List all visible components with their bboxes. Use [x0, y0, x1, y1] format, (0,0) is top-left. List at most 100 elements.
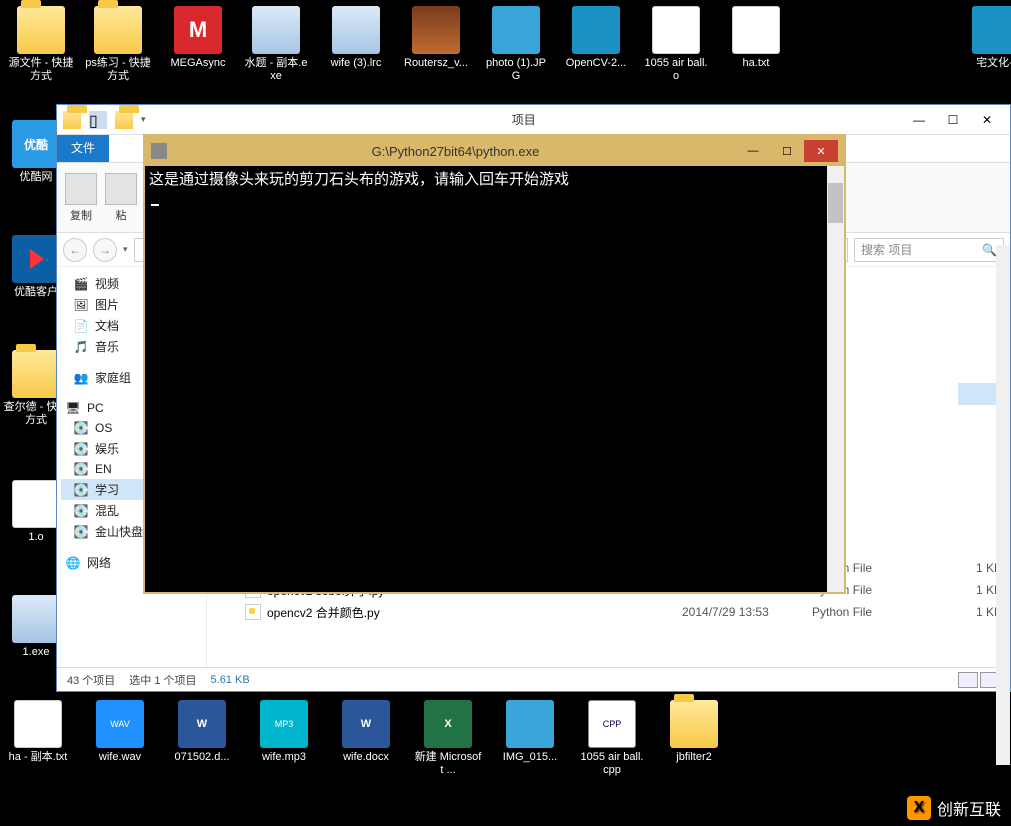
txt-icon: [14, 700, 62, 748]
desktop-icon[interactable]: MMEGAsync: [162, 6, 234, 70]
desktop-icon-label: 宅文化-.: [960, 57, 1011, 70]
folder-icon: [12, 350, 60, 398]
desktop-icon[interactable]: ha.txt: [720, 6, 792, 70]
nav-forward-button[interactable]: →: [93, 238, 117, 262]
drive-icon: 💽: [73, 441, 89, 457]
lib-icon: 🎵: [73, 339, 89, 355]
props-icon[interactable]: ▯: [89, 111, 107, 129]
desktop-icon[interactable]: IMG_015...: [494, 700, 566, 764]
lib-icon: 🎬: [73, 276, 89, 292]
drive-icon: 💽: [73, 420, 89, 436]
watermark: X 创新互联: [907, 796, 1001, 820]
desktop-icon-label: wife.mp3: [248, 751, 320, 764]
open-icon[interactable]: [115, 111, 133, 129]
console-minimize-button[interactable]: —: [736, 140, 770, 162]
desktop-icon[interactable]: Routersz_v...: [400, 6, 472, 70]
desktop-icon[interactable]: WAV wife.wav: [84, 700, 156, 764]
copy-icon: [65, 173, 97, 205]
desktop-icon-label: wife (3).lrc: [320, 57, 392, 70]
console-cursor: [151, 204, 159, 206]
view-details-button[interactable]: [958, 672, 978, 688]
img-icon: [492, 6, 540, 54]
desktop-icon[interactable]: Wwife.docx: [330, 700, 402, 764]
mega-icon: M: [174, 6, 222, 54]
nav-back-button[interactable]: ←: [63, 238, 87, 262]
console-scrollbar[interactable]: [827, 166, 844, 592]
console-window: G:\Python27bit64\python.exe — ☐ ✕ 这是通过摄像…: [143, 134, 846, 594]
desktop-icon-label: wife.docx: [330, 751, 402, 764]
desktop-icon[interactable]: 宅文化-.: [960, 6, 1011, 70]
watermark-text: 创新互联: [937, 796, 1001, 820]
desktop-icon-label: 1055 air ball.o: [640, 57, 712, 83]
explorer-scrollbar[interactable]: [996, 245, 1010, 765]
python-file-icon: [245, 604, 261, 620]
desktop-icon[interactable]: jbfilter2: [658, 700, 730, 764]
txt-icon: [652, 6, 700, 54]
file-size: 1 KB: [932, 561, 1002, 575]
mp3-icon: MP3: [260, 700, 308, 748]
tab-file[interactable]: 文件: [57, 135, 109, 162]
desktop-icon-label: 071502.d...: [166, 751, 238, 764]
nav-history-dropdown[interactable]: ▾: [123, 244, 128, 255]
exe-icon: [332, 6, 380, 54]
desktop-icon-label: photo (1).JPG: [480, 57, 552, 83]
drive-icon: 💽: [73, 503, 89, 519]
desktop-icon[interactable]: wife (3).lrc: [320, 6, 392, 70]
console-icon: [151, 143, 167, 159]
desktop-icon-label: wife.wav: [84, 751, 156, 764]
explorer-minimize-button[interactable]: —: [902, 109, 936, 131]
lib-icon: 🖼: [73, 297, 89, 313]
desktop-icon-label: 源文件 - 快捷方式: [5, 57, 77, 83]
txt-icon: [732, 6, 780, 54]
desktop-icon[interactable]: 1055 air ball.o: [640, 6, 712, 83]
desktop-icon-label: ha.txt: [720, 57, 792, 70]
folder-icon: [17, 6, 65, 54]
explorer-maximize-button[interactable]: ☐: [936, 109, 970, 131]
explorer-titlebar[interactable]: ▯ ▾ 项目 — ☐ ✕: [57, 105, 1010, 135]
wav-icon: WAV: [96, 700, 144, 748]
file-row[interactable]: opencv2 合并颜色.py2014/7/29 13:53Python Fil…: [207, 601, 1010, 623]
search-input[interactable]: 搜索 项目 🔍: [854, 238, 1004, 262]
status-size: 5.61 KB: [211, 674, 250, 686]
drive-icon: 💽: [73, 461, 89, 477]
console-scroll-thumb[interactable]: [828, 183, 843, 223]
ribbon-copy[interactable]: 复制: [65, 173, 97, 223]
desktop-icon-label: 水题 - 副本.exe: [240, 57, 312, 83]
explorer-close-button[interactable]: ✕: [970, 109, 1004, 131]
img-icon: [506, 700, 554, 748]
desktop-icon[interactable]: W071502.d...: [166, 700, 238, 764]
console-close-button[interactable]: ✕: [804, 140, 838, 162]
desktop-icon[interactable]: 水题 - 副本.exe: [240, 6, 312, 83]
desktop-icon[interactable]: OpenCV-2...: [560, 6, 632, 70]
drive-icon: 💽: [73, 524, 89, 540]
console-maximize-button[interactable]: ☐: [770, 140, 804, 162]
youku-icon: 优酷: [12, 120, 60, 168]
file-size: 1 KB: [932, 605, 1002, 619]
paste-icon: [105, 173, 137, 205]
file-date: 2014/7/29 13:53: [682, 605, 812, 619]
desktop-icon-label: ps练习 - 快捷方式: [82, 57, 154, 83]
desktop: 源文件 - 快捷方式ps练习 - 快捷方式 MMEGAsync水题 - 副本.ex…: [0, 0, 1011, 826]
book-icon: [972, 6, 1011, 54]
folder-icon: [670, 700, 718, 748]
desktop-icon[interactable]: CPP1055 air ball.cpp: [576, 700, 648, 777]
console-titlebar[interactable]: G:\Python27bit64\python.exe — ☐ ✕: [145, 136, 844, 166]
status-selected: 选中 1 个项目: [129, 672, 196, 688]
explorer-title: 项目: [146, 111, 902, 128]
file-size: 1 KB: [932, 583, 1002, 597]
zip-icon: [412, 6, 460, 54]
desktop-icon[interactable]: ha - 副本.txt: [2, 700, 74, 764]
txt-icon: [12, 480, 60, 528]
desktop-icon[interactable]: 源文件 - 快捷方式: [5, 6, 77, 83]
ribbon-paste[interactable]: 粘: [105, 173, 137, 223]
xls-icon: X: [424, 700, 472, 748]
desktop-icon[interactable]: X新建 Microsoft ...: [412, 700, 484, 777]
exe-icon: [12, 595, 60, 643]
desktop-icon[interactable]: MP3 wife.mp3: [248, 700, 320, 764]
console-output[interactable]: 这是通过摄像头来玩的剪刀石头布的游戏，请输入回车开始游戏: [145, 166, 844, 592]
desktop-icon-label: Routersz_v...: [400, 57, 472, 70]
desktop-icon-label: OpenCV-2...: [560, 57, 632, 70]
play-icon: [12, 235, 60, 283]
desktop-icon[interactable]: ps练习 - 快捷方式: [82, 6, 154, 83]
desktop-icon[interactable]: photo (1).JPG: [480, 6, 552, 83]
